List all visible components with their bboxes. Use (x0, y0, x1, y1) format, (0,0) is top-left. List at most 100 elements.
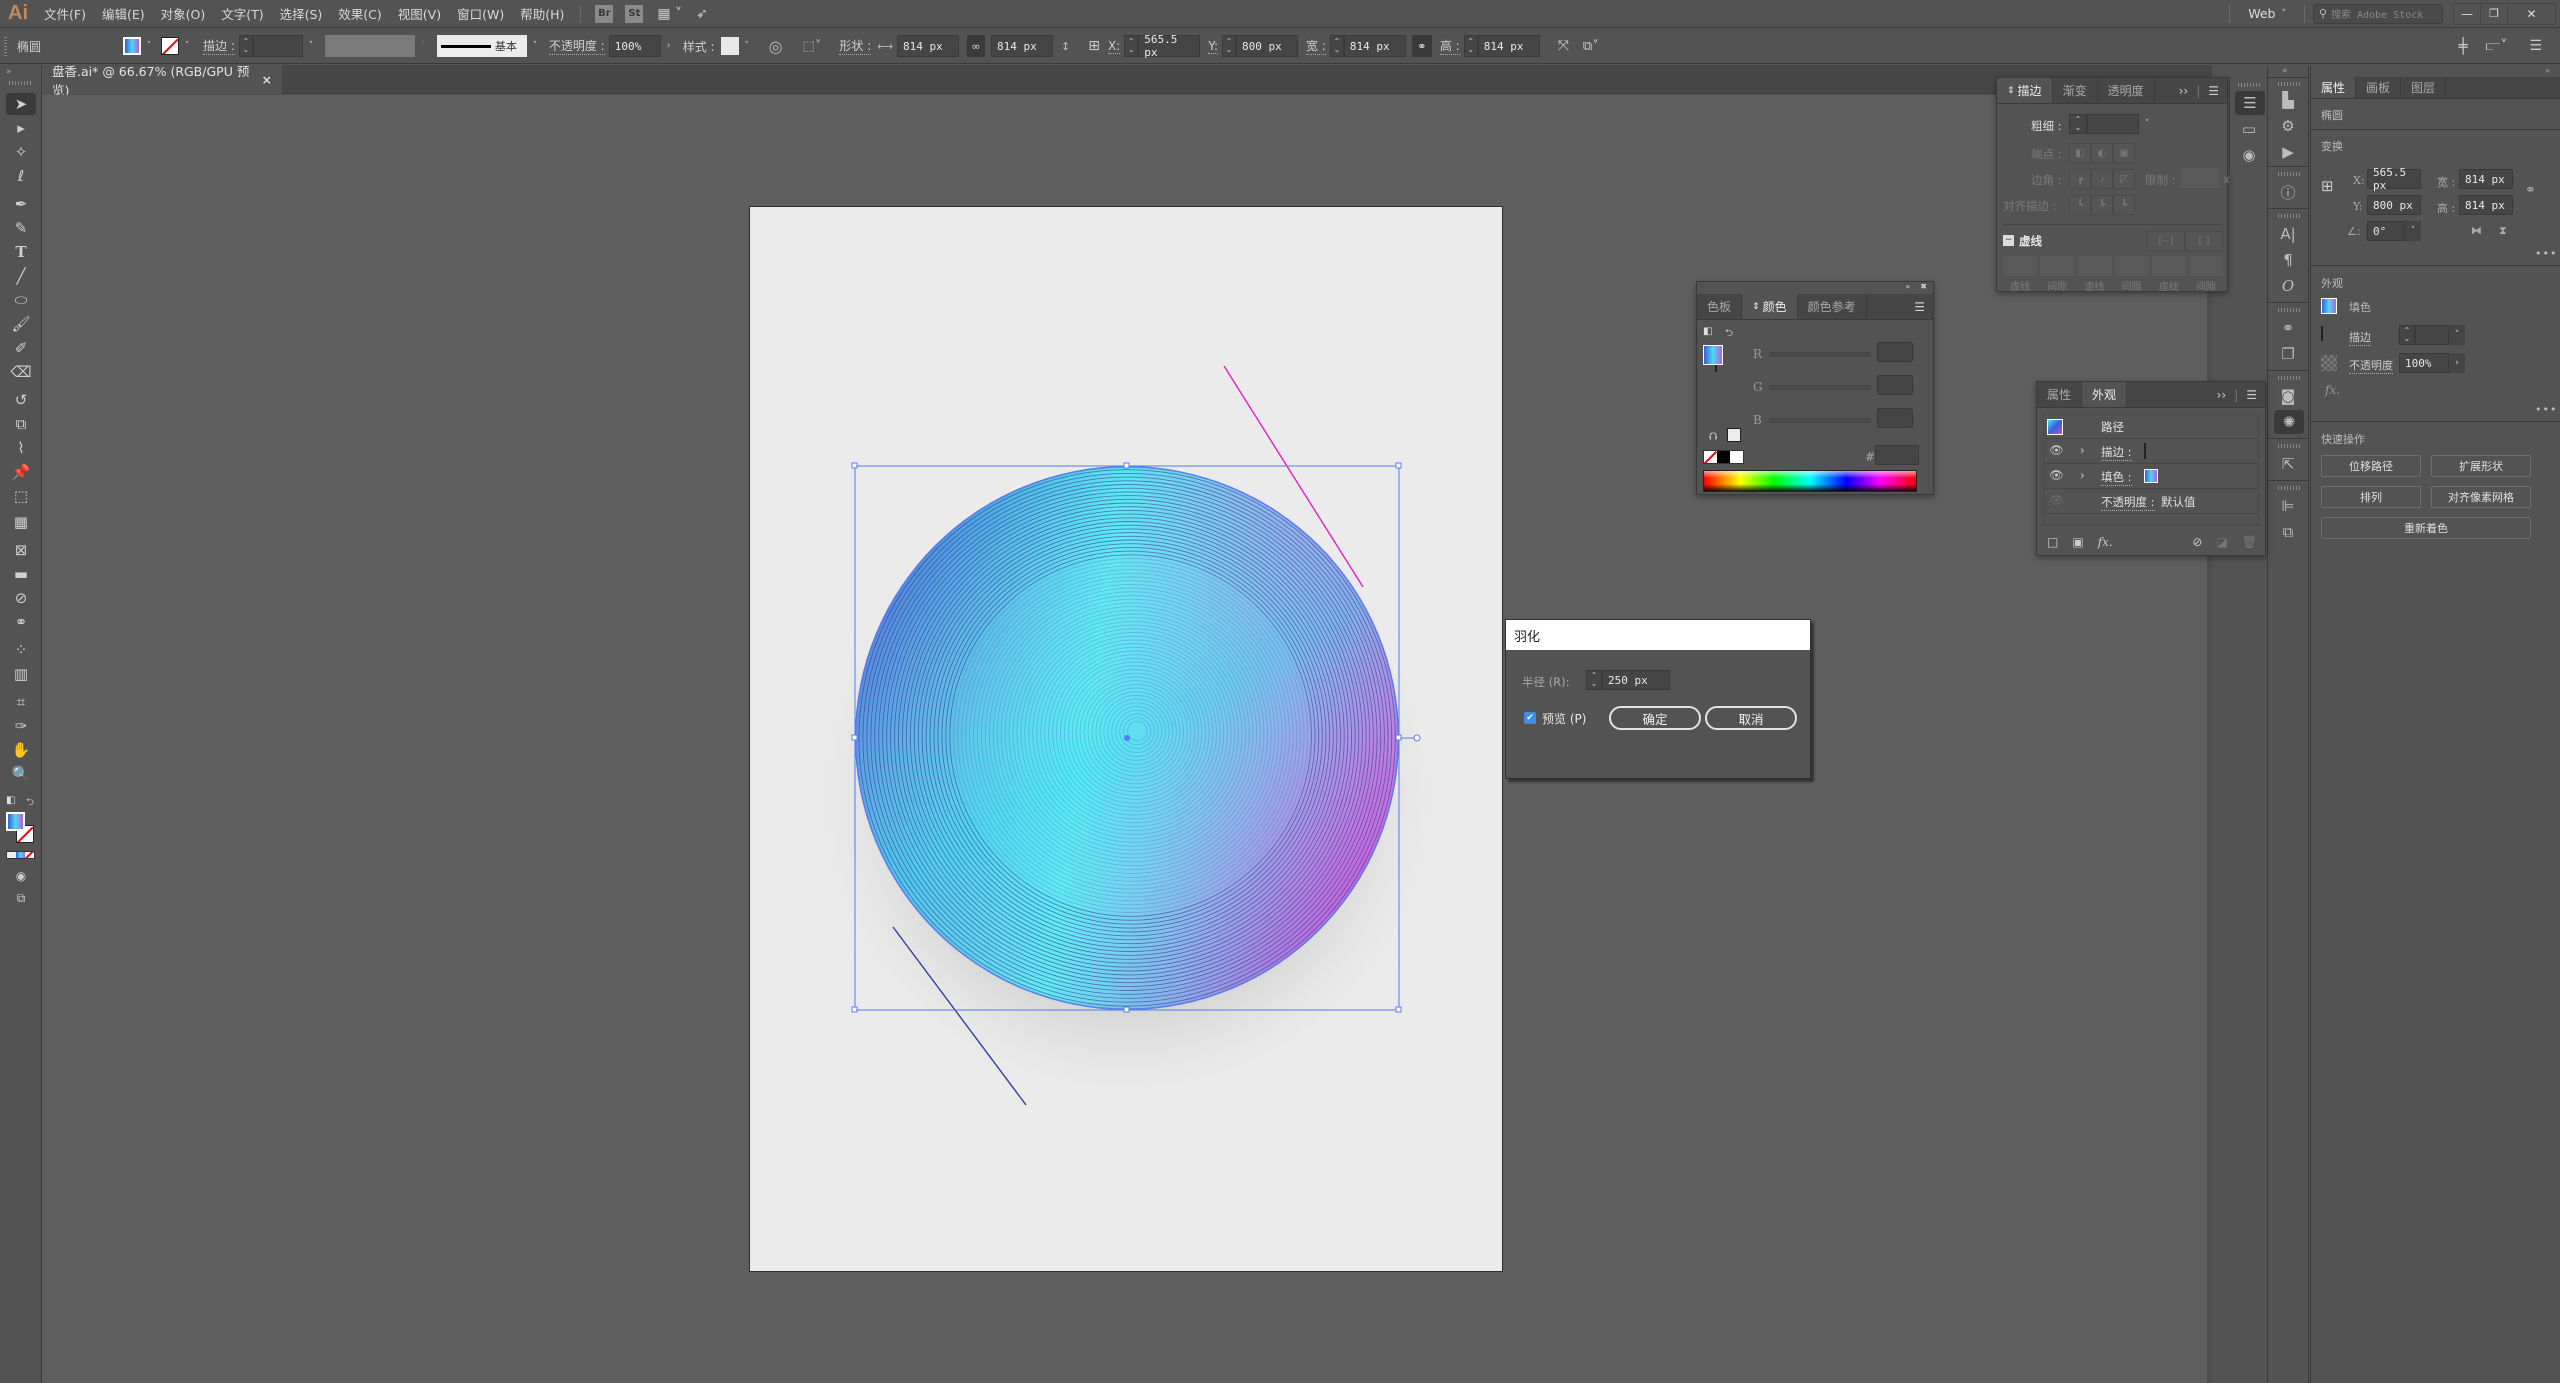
menu-file[interactable]: 文件(F) (36, 4, 94, 23)
stroke-row-swatch[interactable] (2144, 443, 2146, 459)
gradient-panel-icon[interactable]: ▭ (2230, 117, 2268, 141)
panel-grip[interactable] (2278, 214, 2300, 218)
w-input[interactable]: 814 px (1343, 35, 1406, 57)
color-mode-buttons[interactable] (6, 851, 35, 859)
color-mode-solid[interactable] (7, 852, 16, 858)
tab-layers[interactable]: 图层 (2401, 77, 2447, 98)
menu-type[interactable]: 文字(T) (213, 4, 271, 23)
expand-icon[interactable]: ›› (2179, 84, 2189, 98)
graphic-style-swatch[interactable] (720, 37, 739, 55)
shape-width-input[interactable]: 814 px (896, 35, 959, 57)
close-document-icon[interactable]: × (262, 72, 272, 87)
appearance-icon[interactable]: ✺ (2274, 410, 2304, 434)
gradient-tool-icon[interactable]: ▬ (6, 563, 36, 585)
opacity-row-label[interactable]: 不透明度 : (2101, 494, 2155, 511)
pen-tool-icon[interactable]: ✒ (6, 193, 36, 215)
links-icon[interactable]: ⚭ (2268, 316, 2308, 340)
panel-grip[interactable] (2278, 444, 2300, 448)
character-icon[interactable]: A| (2268, 222, 2308, 246)
fill-swatch[interactable] (2321, 298, 2337, 314)
r-slider[interactable] (1769, 352, 1871, 357)
minimize-button[interactable]: — (2454, 3, 2481, 24)
panel-grip[interactable] (2238, 83, 2260, 87)
appearance-object-row[interactable]: 路径 (2044, 415, 2258, 439)
opacity-input[interactable]: 100% (2399, 353, 2449, 373)
brush-dropdown[interactable]: ˅ (527, 35, 543, 57)
type-tool-icon[interactable]: T (6, 241, 36, 263)
gap-field[interactable] (2114, 256, 2149, 276)
flip-vertical-icon[interactable]: ⧗ (2499, 224, 2507, 238)
more-appearance-options[interactable]: ••• (2535, 403, 2557, 416)
panel-menu-icon[interactable]: ☰ (2208, 84, 2219, 98)
weight-stepper[interactable]: ⌃ ⌄ (2069, 114, 2087, 134)
add-effect-icon[interactable]: fx. (2098, 535, 2113, 549)
h-stepper[interactable]: ⌃ ⌄ (1463, 35, 1478, 57)
stroke-swatch[interactable] (161, 37, 179, 55)
add-new-fill-icon[interactable]: ▣ (2072, 535, 2083, 549)
gpu-performance-icon[interactable]: ➶ (696, 6, 708, 22)
tab-color[interactable]: ⇕ 颜色 (1742, 294, 1798, 319)
tab-properties[interactable]: 属性 (2311, 77, 2357, 98)
panel-menu-icon[interactable]: ☰ (1914, 300, 1925, 314)
fill-row-label[interactable]: 填色 : (2101, 469, 2132, 486)
resize-handle-ml[interactable] (851, 734, 858, 741)
appearance-fill-row[interactable]: 👁 › 填色 : (2044, 464, 2258, 489)
stroke-panel-icon[interactable]: ☰ (2235, 91, 2265, 115)
r-input[interactable] (1877, 342, 1913, 362)
direct-selection-tool-icon[interactable]: ▸ (6, 117, 36, 139)
puppet-warp-tool-icon[interactable]: ⌇ (6, 437, 36, 459)
expand-shape-button[interactable]: 扩展形状 (2431, 455, 2531, 477)
ellipse-tool-icon[interactable]: ⬭ (6, 289, 36, 311)
screen-mode-icon[interactable]: ⧉ (6, 887, 36, 909)
variable-width-profile[interactable] (324, 35, 415, 57)
dash-field[interactable] (2077, 256, 2112, 276)
miter-join-icon[interactable]: ┏ (2069, 169, 2091, 189)
dash-field[interactable] (2003, 256, 2038, 276)
asset-export-icon[interactable]: ▙ (2268, 88, 2308, 112)
workspace-switcher[interactable]: Web ˅ (2238, 6, 2296, 21)
opacity-label[interactable]: 不透明度 (2349, 357, 2393, 374)
toolbar-grip[interactable] (9, 81, 31, 85)
more-transform-options[interactable]: ••• (2535, 247, 2557, 260)
close-panel-icon[interactable]: ✖ (1920, 282, 1927, 294)
delete-item-icon[interactable]: 🗑 (2242, 535, 2257, 549)
color-mode-gradient[interactable] (16, 852, 25, 858)
round-join-icon[interactable]: ╭ (2091, 169, 2113, 189)
magic-wand-tool-icon[interactable]: ✧ (6, 141, 36, 163)
menu-object[interactable]: 对象(O) (153, 4, 214, 23)
eyedropper-tool-icon[interactable]: ⊘ (6, 587, 36, 609)
artboard-tool-icon[interactable]: ⌗ (6, 691, 36, 713)
align-inside-icon[interactable]: ┗ (2091, 195, 2113, 215)
panel-grip[interactable] (2278, 82, 2300, 86)
restore-button[interactable]: ❐ (2481, 3, 2508, 24)
symbol-sprayer-tool-icon[interactable]: ⁘ (6, 639, 36, 661)
blend-tool-icon[interactable]: ⚭ (6, 611, 36, 633)
constrain-shape-link-icon[interactable]: ∞ (966, 35, 985, 57)
panel-grip[interactable] (2278, 172, 2300, 176)
visibility-eye-icon[interactable]: 👁 (2049, 493, 2064, 507)
out-of-gamut-icon[interactable]: ⮉ (1709, 430, 1717, 444)
artboard[interactable] (749, 206, 1503, 1272)
menu-select[interactable]: 选择(S) (272, 4, 331, 23)
eraser-tool-icon[interactable]: ⌫ (6, 361, 36, 383)
limit-input[interactable] (2181, 168, 2219, 188)
stock-button[interactable]: St (625, 4, 644, 23)
preview-label[interactable]: 预览 (P) (1542, 710, 1586, 727)
gap-field[interactable] (2188, 256, 2224, 276)
radius-input[interactable]: 250 px (1602, 670, 1670, 690)
selection-tool-icon[interactable]: ➤ (6, 93, 36, 115)
export-icon[interactable]: ⇱ (2268, 452, 2308, 476)
paragraph-icon[interactable]: ¶ (2268, 248, 2308, 272)
opacity-expand-button[interactable]: › (2449, 353, 2465, 373)
tab-properties[interactable]: 属性 (2037, 382, 2083, 407)
resize-handle-bl[interactable] (851, 1006, 858, 1013)
projecting-cap-icon[interactable]: ▣ (2113, 143, 2135, 163)
dashed-checkbox[interactable]: − (2003, 235, 2014, 246)
align-icon[interactable]: ⊫ (2268, 494, 2308, 518)
align-to-pixel-grid-button[interactable]: 对齐像素网格 (2431, 486, 2531, 508)
y-label[interactable]: Y: (1208, 39, 1218, 54)
shape-height-input[interactable]: 814 px (990, 35, 1053, 57)
swap-fill-stroke-icon[interactable]: ⮌ (26, 795, 34, 812)
stroke-weight-dropdown[interactable]: ˅ (2449, 325, 2465, 345)
lasso-tool-icon[interactable]: ℓ (6, 165, 36, 187)
